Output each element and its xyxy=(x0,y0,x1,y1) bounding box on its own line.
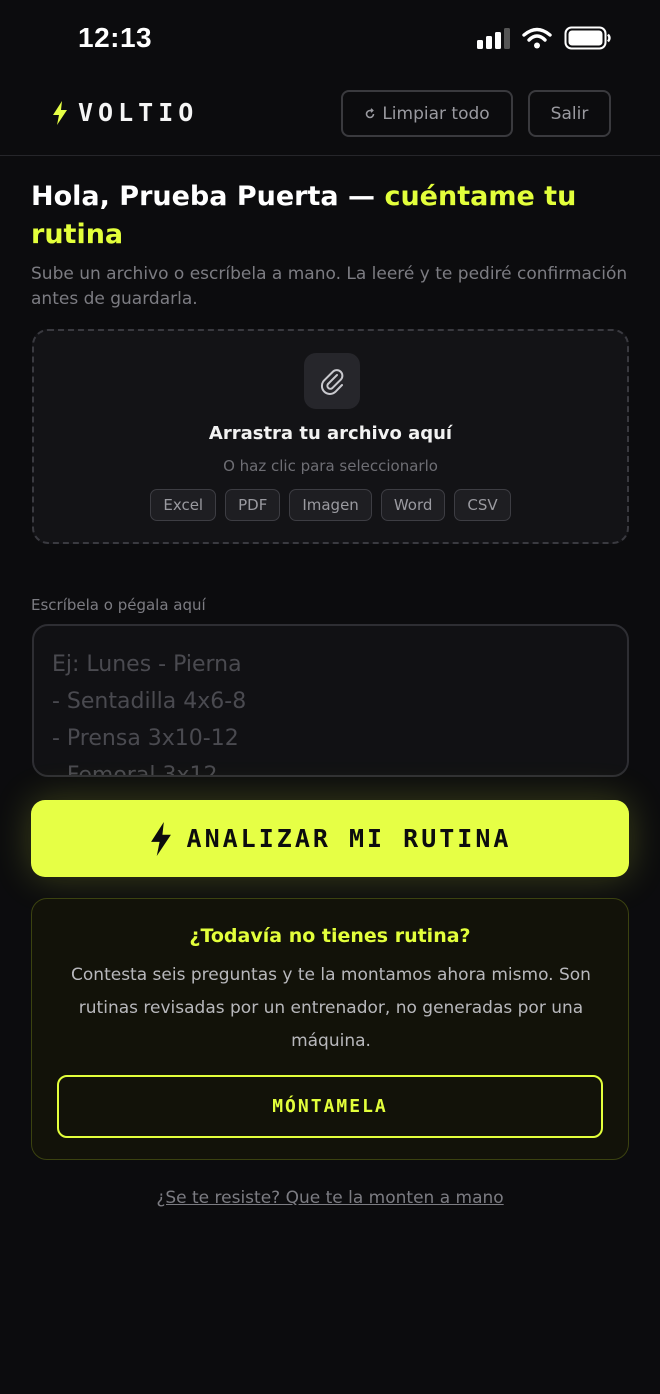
page-title: Hola, Prueba Puerta — cuéntame tu rutina xyxy=(31,178,631,254)
lightning-icon xyxy=(53,100,67,125)
file-type-chip: Excel xyxy=(150,489,217,521)
dropzone-subtitle: O haz clic para seleccionarlo xyxy=(223,457,438,475)
battery-icon xyxy=(564,26,611,50)
analyze-routine-label: ANALIZAR MI RUTINA xyxy=(186,824,512,853)
file-type-chip: Word xyxy=(380,489,446,521)
status-icons xyxy=(477,26,612,50)
routine-textarea-label: Escríbela o pégala aquí xyxy=(31,596,206,614)
logo: VOLTIO xyxy=(52,98,198,127)
file-dropzone[interactable]: Arrastra tu archivo aquí O haz clic para… xyxy=(32,329,629,544)
file-type-chip: Imagen xyxy=(289,489,372,521)
logo-text: VOLTIO xyxy=(78,98,199,127)
clear-all-button[interactable]: Limpiar todo xyxy=(341,90,513,137)
no-routine-title: ¿Todavía no tienes rutina? xyxy=(189,925,471,947)
manual-help-link[interactable]: ¿Se te resiste? Que te la monten a mano xyxy=(0,1188,660,1208)
routine-textarea[interactable] xyxy=(32,624,629,777)
status-time: 12:13 xyxy=(78,22,153,53)
attach-icon-box xyxy=(304,353,360,409)
dropzone-title: Arrastra tu archivo aquí xyxy=(208,423,453,444)
file-type-chips: Excel PDF Imagen Word CSV xyxy=(34,489,627,521)
status-bar: 12:13 xyxy=(0,0,660,80)
exit-button[interactable]: Salir xyxy=(528,90,611,137)
exit-label: Salir xyxy=(550,103,589,124)
page-subtitle: Sube un archivo o escríbela a mano. La l… xyxy=(31,264,628,309)
refresh-icon xyxy=(366,107,375,118)
lightning-icon xyxy=(150,821,171,856)
app-header: VOLTIO Limpiar todo Salir xyxy=(0,86,660,156)
build-routine-button[interactable]: MÓNTAMELA xyxy=(57,1075,603,1138)
analyze-routine-button[interactable]: ANALIZAR MI RUTINA xyxy=(31,800,629,877)
wifi-icon xyxy=(522,27,552,49)
file-type-chip: PDF xyxy=(225,489,281,521)
no-routine-text: Contesta seis preguntas y te la montamos… xyxy=(71,965,591,1051)
no-routine-card: ¿Todavía no tienes rutina? Contesta seis… xyxy=(31,898,629,1160)
cellular-signal-icon xyxy=(477,27,510,49)
clear-all-label: Limpiar todo xyxy=(382,103,490,124)
title-greeting: Hola, Prueba Puerta — xyxy=(31,181,385,212)
paperclip-icon xyxy=(320,369,344,395)
file-type-chip: CSV xyxy=(454,489,511,521)
